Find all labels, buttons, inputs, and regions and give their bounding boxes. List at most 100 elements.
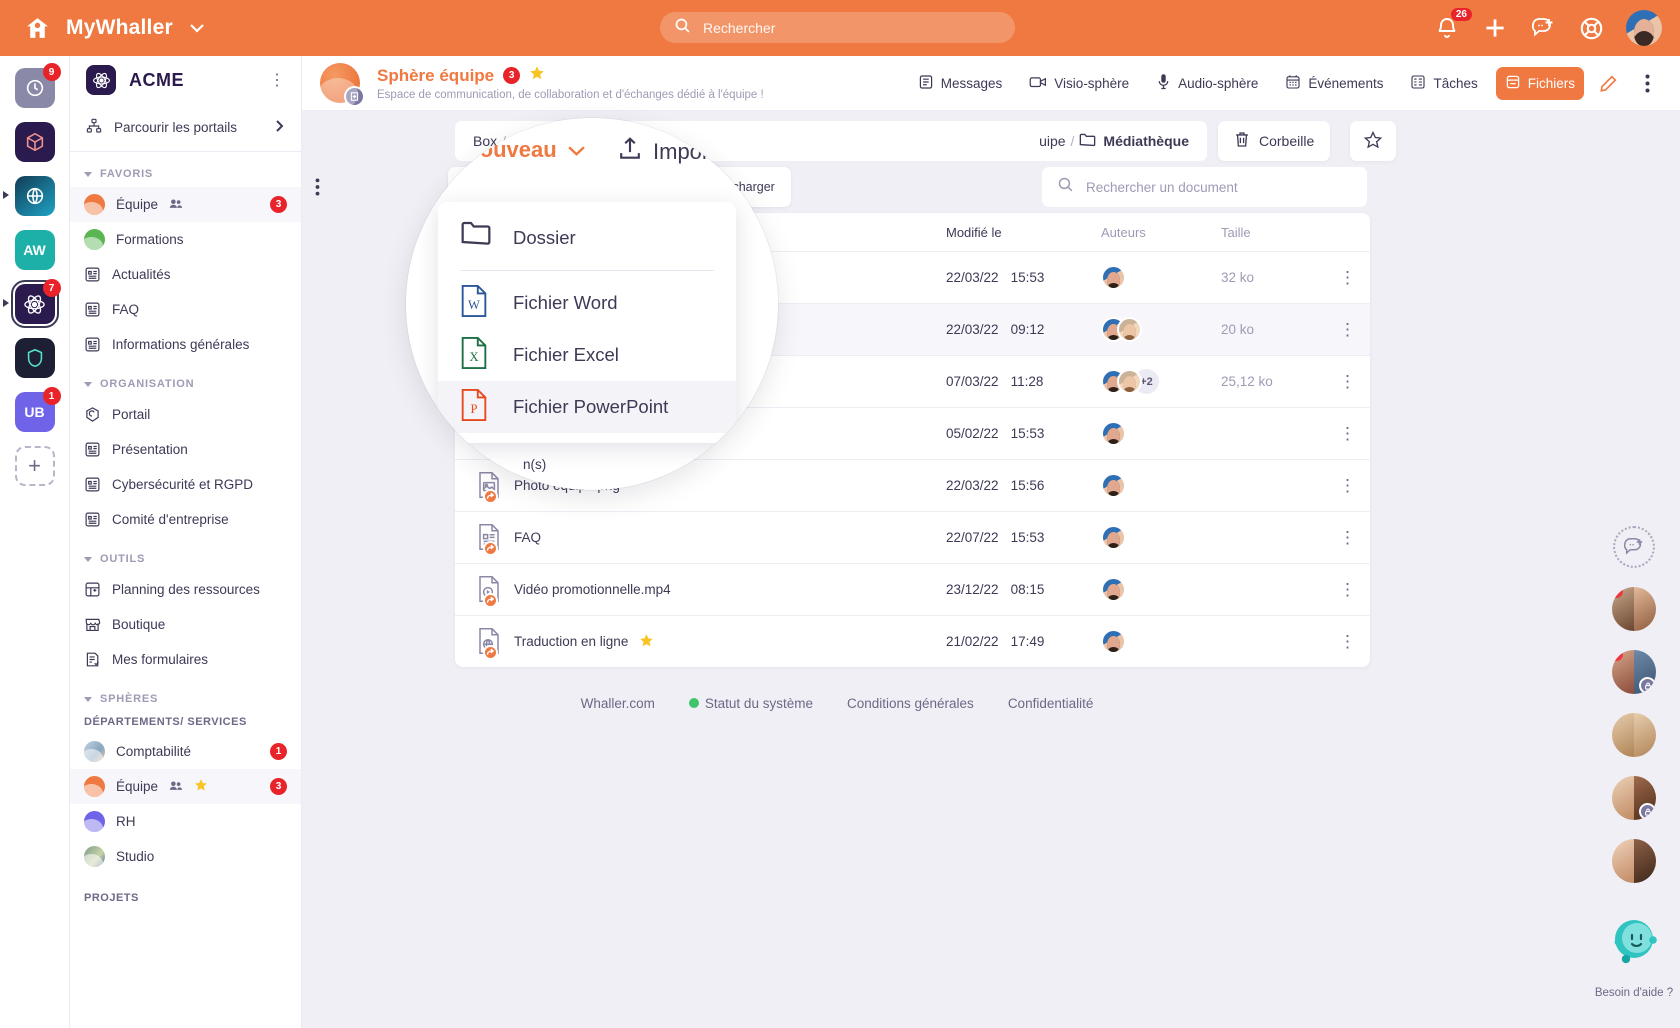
sidebar-item-equipe-fav[interactable]: Équipe 3: [70, 187, 301, 222]
sidebar-item-comite-entreprise[interactable]: Comité d'entreprise: [70, 502, 301, 537]
breadcrumb-mid-2[interactable]: uipe: [1039, 133, 1065, 149]
home-icon[interactable]: [22, 13, 52, 43]
menu-item-powerpoint[interactable]: P Fichier PowerPoint: [438, 381, 736, 433]
sidebar-item-cybersecurite[interactable]: Cybersécurité et RGPD: [70, 467, 301, 502]
footer-link-confidentialite[interactable]: Confidentialité: [1008, 696, 1094, 711]
tab-fichiers[interactable]: Fichiers: [1495, 66, 1584, 100]
sidebar-item-portail[interactable]: Portail: [70, 397, 301, 432]
add-app-button[interactable]: +: [14, 446, 55, 486]
row-kebab-icon[interactable]: ⋮: [1326, 373, 1370, 390]
row-kebab-icon[interactable]: ⋮: [1326, 269, 1370, 286]
brand-chevron-down-icon[interactable]: [189, 20, 205, 37]
row-kebab-icon[interactable]: ⋮: [1326, 321, 1370, 338]
table-row[interactable]: FAQ 22/07/22 15:53 ⋮: [455, 511, 1370, 563]
footer-link-conditions[interactable]: Conditions générales: [847, 696, 974, 711]
pencil-icon[interactable]: [1593, 68, 1623, 98]
menu-item-word[interactable]: W Fichier Word: [438, 277, 736, 329]
app-tile-shield[interactable]: [14, 338, 55, 378]
file-name-cell[interactable]: Traduction en ligne: [477, 627, 946, 660]
star-icon[interactable]: [529, 65, 545, 86]
trash-button[interactable]: Corbeille: [1218, 121, 1331, 161]
file-name-cell[interactable]: Vidéo promotionnelle.mp4: [477, 575, 946, 608]
sidebar-item-studio[interactable]: Studio: [70, 839, 301, 874]
sidebar-item-rh[interactable]: RH: [70, 804, 301, 839]
right-conversation-rail: Besoin d'aide ?: [1588, 111, 1680, 1028]
lifebuoy-icon[interactable]: [1578, 15, 1604, 41]
tab-taches[interactable]: Tâches: [1401, 67, 1486, 100]
tab-evenements[interactable]: Événements: [1276, 67, 1392, 100]
sidebar-item-equipe-sphere[interactable]: Équipe 3: [70, 769, 301, 804]
web-file-icon: [477, 627, 503, 660]
lens-new-button[interactable]: + Nouveau: [438, 136, 586, 163]
sidebar-item-boutique[interactable]: Boutique: [70, 607, 301, 642]
app-tile-ub[interactable]: UB 1: [14, 387, 61, 432]
unread-badge: 3: [270, 778, 287, 795]
app-tile-globe[interactable]: [2, 176, 55, 216]
svg-text:W: W: [468, 298, 480, 312]
app-badge: 7: [42, 279, 61, 297]
lens-import-button[interactable]: Importer Télécharger: [618, 136, 778, 168]
conversation-avatar-5[interactable]: [1612, 839, 1656, 883]
table-row[interactable]: Vidéo promotionnelle.mp4 23/12/22 08:15 ⋮: [455, 563, 1370, 615]
favorite-button[interactable]: [1350, 121, 1396, 161]
conversation-avatar-3[interactable]: [1612, 713, 1656, 757]
section-favoris[interactable]: FAVORIS: [70, 152, 301, 187]
global-search-input[interactable]: [703, 19, 1001, 36]
footer-link-whaller[interactable]: Whaller.com: [581, 696, 655, 711]
sidebar-item-presentation[interactable]: Présentation: [70, 432, 301, 467]
sidebar-item-informations-generales[interactable]: Informations générales: [70, 327, 301, 362]
lens-download-label[interactable]: Télécharger: [746, 144, 778, 161]
app-tile-aw[interactable]: AW: [14, 230, 55, 270]
row-kebab-icon[interactable]: ⋮: [1326, 425, 1370, 442]
footer-link-status[interactable]: Statut du système: [688, 696, 813, 711]
sidebar-item-actualites[interactable]: Actualités: [70, 257, 301, 292]
svg-text:X: X: [469, 350, 478, 364]
help-label: Besoin d'aide ?: [1594, 987, 1674, 999]
sphere-logo-icon: [317, 63, 365, 111]
form-icon: [84, 651, 101, 668]
row-kebab-icon[interactable]: ⋮: [1326, 529, 1370, 546]
section-organisation[interactable]: ORGANISATION: [70, 362, 301, 397]
file-name-cell[interactable]: FAQ: [477, 523, 946, 556]
toolbar-kebab-icon[interactable]: [302, 167, 332, 207]
expand-arrow-icon: [2, 191, 9, 199]
sidebar-item-label: Comptabilité: [116, 744, 192, 759]
kebab-icon[interactable]: [1632, 68, 1662, 98]
help-bot-icon[interactable]: [1608, 916, 1660, 964]
tab-audio-sphere[interactable]: Audio-sphère: [1147, 66, 1267, 100]
new-chat-icon[interactable]: [1530, 15, 1556, 41]
authors-cell: [1101, 577, 1221, 602]
conversation-avatar-2[interactable]: [1612, 650, 1656, 694]
sidebar-item-formations[interactable]: Formations: [70, 222, 301, 257]
new-conversation-icon[interactable]: [1613, 526, 1655, 568]
menu-item-excel[interactable]: X Fichier Excel: [438, 329, 736, 381]
plus-icon[interactable]: [1482, 15, 1508, 41]
tab-visio-sphere[interactable]: Visio-sphère: [1020, 67, 1138, 100]
sidebar-item-planning[interactable]: Planning des ressources: [70, 572, 301, 607]
sphere-title[interactable]: Sphère équipe: [377, 66, 494, 86]
app-tile-clock[interactable]: 9: [14, 63, 61, 108]
table-row[interactable]: Traduction en ligne 21/02/22 17:49 ⋮: [455, 615, 1370, 667]
document-search-input[interactable]: [1086, 179, 1352, 195]
app-tile-cube[interactable]: [14, 122, 55, 162]
section-outils[interactable]: OUTILS: [70, 537, 301, 572]
sidebar-item-mes-formulaires[interactable]: Mes formulaires: [70, 642, 301, 677]
sidebar-item-comptabilite[interactable]: Comptabilité 1: [70, 734, 301, 769]
conversation-avatar-4[interactable]: [1612, 776, 1656, 820]
document-search[interactable]: [1042, 167, 1367, 207]
row-kebab-icon[interactable]: ⋮: [1326, 477, 1370, 494]
org-kebab-icon[interactable]: ⋮: [269, 70, 285, 90]
global-search[interactable]: [660, 12, 1015, 43]
sidebar-item-faq[interactable]: FAQ: [70, 292, 301, 327]
row-kebab-icon[interactable]: ⋮: [1326, 581, 1370, 598]
browse-portals-item[interactable]: Parcourir les portails: [70, 104, 301, 152]
modified-time: 15:53: [1010, 426, 1045, 441]
conversation-avatar-1[interactable]: [1612, 587, 1656, 631]
user-avatar[interactable]: [1626, 10, 1662, 46]
row-kebab-icon[interactable]: ⋮: [1326, 633, 1370, 650]
section-spheres[interactable]: SPHÈRES: [70, 677, 301, 712]
bell-icon[interactable]: 26: [1434, 8, 1472, 41]
tab-messages[interactable]: Messages: [909, 67, 1012, 100]
menu-item-dossier[interactable]: Dossier: [438, 212, 736, 264]
app-tile-acme[interactable]: 7: [2, 279, 61, 328]
